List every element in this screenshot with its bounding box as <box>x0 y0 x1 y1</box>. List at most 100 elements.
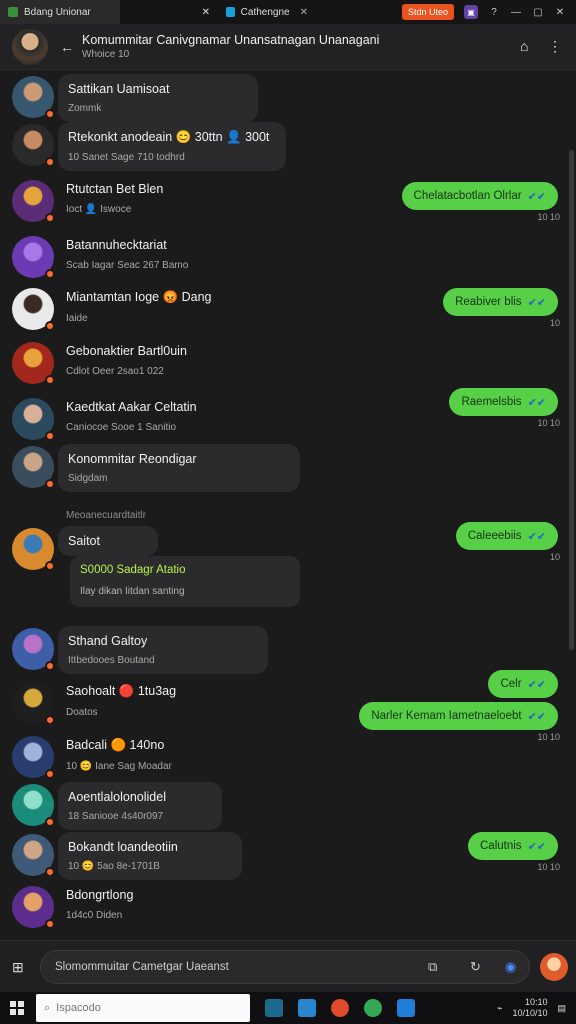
tab-plus-icon[interactable]: ✕ <box>202 7 210 18</box>
sender-avatar[interactable] <box>12 124 55 167</box>
outgoing-message[interactable]: Reabiver blis ✔✔ <box>443 288 558 316</box>
sender-avatar[interactable] <box>12 886 55 929</box>
browser-icon[interactable] <box>364 999 382 1017</box>
chat-header: ← Komummitar Canivgnamar Unansatnagan Un… <box>0 24 576 70</box>
outgoing-message[interactable]: Celr ✔✔ <box>488 670 558 698</box>
message-item[interactable]: Saohoalt 🔴 1tu3ag Doatos <box>66 684 176 718</box>
discord-icon[interactable]: ◉ <box>505 959 516 975</box>
message-item[interactable]: Sthand Galtoy Ittbedooes Boutand <box>58 626 268 674</box>
message-item[interactable]: Batannuhecktariat Scab Iagar Seac 267 Bam… <box>66 238 188 271</box>
tab-label: Bdang Unionar <box>24 6 91 18</box>
online-status-dot <box>45 431 55 441</box>
message-input-wrapper[interactable] <box>40 950 530 984</box>
minimize-icon[interactable]: — <box>510 6 522 18</box>
outgoing-message[interactable]: Calutnis ✔✔ <box>468 832 558 860</box>
home-icon[interactable]: ⌂ <box>520 38 528 54</box>
sender-avatar[interactable] <box>12 446 55 489</box>
sender-avatar[interactable] <box>12 784 55 827</box>
outgoing-text: Reabiver blis <box>455 296 522 308</box>
message-input[interactable] <box>55 961 415 973</box>
chat-scrollbar[interactable] <box>569 150 574 650</box>
message-preview: Ittbedooes Boutand <box>68 655 155 666</box>
sender-avatar[interactable] <box>12 76 55 119</box>
sender-avatar[interactable] <box>12 398 55 441</box>
close-tab-icon[interactable]: ✕ <box>300 7 308 18</box>
sender-avatar[interactable] <box>12 342 55 385</box>
sender-avatar[interactable] <box>12 236 55 279</box>
read-check-icon: ✔✔ <box>527 840 546 853</box>
close-window-icon[interactable]: ✕ <box>554 6 566 18</box>
message-timestamp: 10 10 <box>537 212 560 222</box>
outgoing-text: Chelatacbotlan Olrlar <box>413 190 522 202</box>
taskbar-search[interactable]: ⌕ Ispacodo <box>36 994 250 1022</box>
online-status-dot <box>45 867 55 877</box>
message-timestamp: 10 10 <box>537 418 560 428</box>
twitch-icon[interactable]: ▣ <box>464 5 478 19</box>
store-icon[interactable] <box>397 999 415 1017</box>
sender-avatar[interactable] <box>12 736 55 779</box>
sender-avatar[interactable] <box>12 628 55 671</box>
quoted-title: S0000 Sadagr Atatio <box>80 564 186 576</box>
mail-icon[interactable] <box>298 999 316 1017</box>
sender-avatar[interactable] <box>12 180 55 223</box>
clock-time: 10:10 <box>524 997 548 1007</box>
help-icon[interactable]: ? <box>488 6 500 18</box>
message-preview: Ioct 👤 Iswoce <box>66 204 132 215</box>
sender-name: Batannuhecktariat <box>66 238 167 252</box>
chat-titles: Komummitar Canivgnamar Unansatnagan Unan… <box>82 33 379 60</box>
message-item[interactable]: Aoentlalolonolidel 18 Saniooe 4s40r097 <box>58 782 222 830</box>
notifications-icon[interactable]: ▤ <box>557 1003 566 1014</box>
clock[interactable]: 10:10 10/10/10 <box>512 997 547 1019</box>
message-item[interactable]: Kaedtkat Aakar Celtatin Caniocoe Sooe 1 S… <box>66 400 197 433</box>
message-item[interactable]: Sattikan Uamisoat Zommk <box>58 74 258 122</box>
chrome-icon[interactable] <box>331 999 349 1017</box>
message-item[interactable]: Rtekonkt anodeain 😊 30ttn 👤 300t 10 Sanet… <box>58 122 286 171</box>
message-item[interactable]: Rtutctan Bet Blen Ioct 👤 Iswoce <box>66 182 163 215</box>
message-item[interactable]: Miantamtan Ioge 😡 Dang Iaide <box>66 290 212 324</box>
online-status-dot <box>45 269 55 279</box>
quoted-message-card[interactable]: S0000 Sadagr Atatio Ilay dikan Iitdan sa… <box>70 556 300 607</box>
windows-logo-icon[interactable] <box>10 1001 24 1015</box>
outgoing-text: Caleeebiis <box>467 530 522 542</box>
online-status-dot <box>45 769 55 779</box>
sender-avatar[interactable] <box>12 834 55 877</box>
strip-controls: Stdn Uteo ▣ ? — ▢ ✕ <box>401 4 576 20</box>
sender-name: Saitot <box>68 534 100 548</box>
sender-avatar[interactable] <box>12 528 55 571</box>
online-status-dot <box>45 817 55 827</box>
tab-active[interactable]: Bdang Unionar <box>0 0 120 24</box>
sender-avatar[interactable] <box>12 288 55 331</box>
message-item[interactable]: Konommitar Reondigar Sidgdam <box>58 444 300 492</box>
outgoing-message[interactable]: Chelatacbotlan Olrlar ✔✔ <box>401 182 558 210</box>
outgoing-message[interactable]: Raemelsbis ✔✔ <box>449 388 558 416</box>
refresh-icon[interactable]: ↻ <box>470 959 481 975</box>
message-item[interactable]: Bokandt loandeotiin 10 😊 5ao 8e-1701B <box>58 832 242 880</box>
sender-name: Kaedtkat Aakar Celtatin <box>66 400 197 414</box>
more-options-icon[interactable]: ⋮ <box>548 38 562 55</box>
read-check-icon: ✔✔ <box>527 530 546 543</box>
sender-avatar[interactable] <box>12 682 55 725</box>
message-preview: 10 😊 Iane Sag Moadar <box>66 761 172 772</box>
chat-avatar[interactable] <box>12 28 48 65</box>
message-item[interactable]: Gebonaktier Bartl0uin Cdlot Oeer 2sao1 02… <box>66 344 187 377</box>
back-arrow-icon[interactable]: ← <box>60 39 74 55</box>
sender-name: Sthand Galtoy <box>68 634 148 648</box>
message-item[interactable]: Badcali 🟠 140no 10 😊 Iane Sag Moadar <box>66 738 172 772</box>
outgoing-message[interactable]: Caleeebiis ✔✔ <box>455 522 558 550</box>
message-timestamp: 10 <box>549 318 560 328</box>
windows-start-icon[interactable]: ⊞ <box>12 959 24 976</box>
message-item[interactable]: Saitot <box>58 526 158 556</box>
maximize-icon[interactable]: ▢ <box>532 6 544 18</box>
read-check-icon: ✔✔ <box>527 710 546 723</box>
tab-new[interactable]: ✕ <box>120 0 218 24</box>
message-preview: Zommk <box>68 103 102 114</box>
tab-second[interactable]: Cathengne ✕ <box>218 0 316 24</box>
taskview-icon[interactable] <box>265 999 283 1017</box>
attach-icon[interactable]: ⧉ <box>428 959 437 975</box>
network-icon[interactable]: ⌁ <box>497 1003 502 1014</box>
user-avatar[interactable] <box>540 953 568 981</box>
live-button[interactable]: Stdn Uteo <box>401 4 454 20</box>
chat-message-list[interactable]: S0000 Sadagr Atatio Ilay dikan Iitdan sa… <box>0 70 576 940</box>
outgoing-message[interactable]: Narler Kemam Iametnaeloebt ✔✔ <box>359 702 558 730</box>
message-item[interactable]: Bdongrtlong 1d4c0 Diden <box>66 888 133 921</box>
